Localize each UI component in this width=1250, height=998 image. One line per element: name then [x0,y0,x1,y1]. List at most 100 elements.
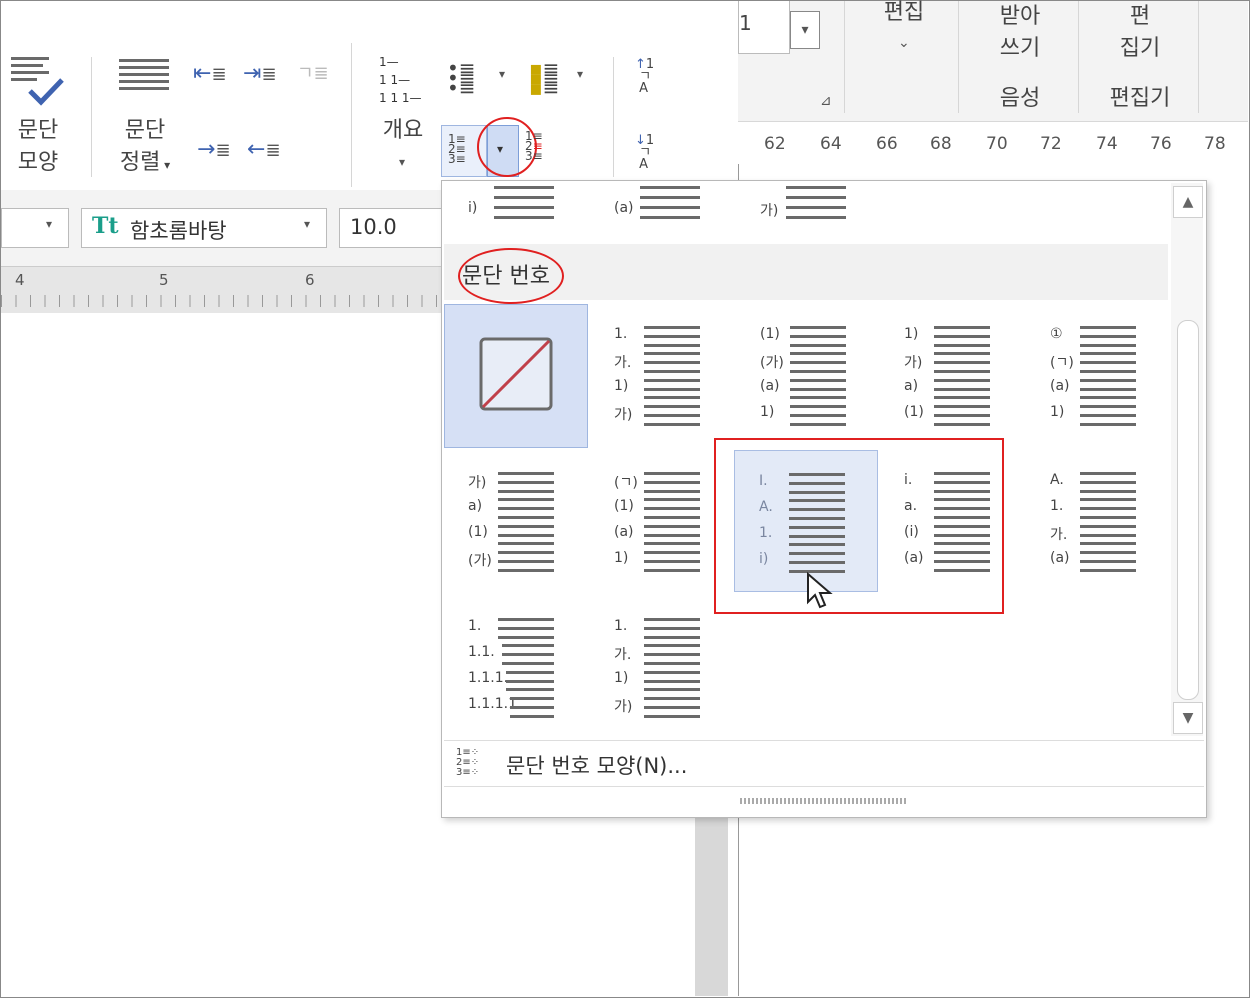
number-style-option[interactable]: A. 1. 가. (a) [1026,450,1170,594]
number-label: (a) [1050,550,1070,566]
numbered-list-icon: 1≡ 2≡ 3≡ [448,132,466,166]
font-size-select[interactable]: 10.0 [339,208,451,248]
number-label: (ㄱ) [1050,355,1074,371]
ruler-number: 62 [764,134,786,154]
font-name-select[interactable]: Tt 함초롬바탕 ▾ [81,208,327,248]
resize-grip[interactable] [740,798,906,804]
edit-button[interactable]: 편집 ⌄ [862,0,946,81]
number-label: 1. [468,618,482,634]
dropdown-footer-divider [444,786,1204,787]
number-label: (a) [1050,378,1070,394]
bullet-list-icon: •≡ •≡ •≡ [447,56,476,100]
number-label: 1) [614,670,629,686]
number-label: (1) [468,524,488,540]
number-style-option[interactable]: (1) (가) (a) 1) [736,304,880,448]
horizontal-ruler-right: 62 64 66 68 70 72 74 76 78 [738,122,1248,164]
ruler-number: 64 [820,134,842,154]
ruler-number: 72 [1040,134,1062,154]
number-style-option[interactable]: 가) a) (1) (가) [444,450,588,594]
picture-bullet-icon: ▪≡ ▪≡ ▪≡ [529,56,560,100]
ruler-number: 74 [1096,134,1118,154]
number-label: 1. [614,326,628,342]
sort-descending-button[interactable]: ↓1 ㄱ A [635,134,654,171]
ruler-number: 70 [986,134,1008,154]
number-label: (1) [760,326,780,342]
no-numbering-icon [479,337,553,411]
number-field[interactable]: 1 [738,1,790,54]
number-style-option[interactable]: 1. 1.1. 1.1.1. 1.1.1.1. [444,596,588,740]
dictation-button[interactable]: 받아 쓰기 [968,1,1072,81]
number-style-option[interactable]: 1. 가. 1) 가) [590,304,734,448]
multilevel-number-button[interactable]: 1≡ 2≡ 3≡ [525,130,543,162]
paragraph-number-shape-menu-item[interactable]: 1≡⁘ 2≡⁘ 3≡⁘ 문단 번호 모양(N)... [444,742,1204,786]
paragraph-shape-label-1: 문단 [17,118,59,143]
outline-sample-2: 1 1— [379,73,411,87]
number-label: 1) [904,326,919,342]
picture-bullet-button[interactable]: ▪≡ ▪≡ ▪≡ ▾ [529,56,595,100]
number-label: 가. [614,647,632,663]
ruler-number: 76 [1150,134,1172,154]
number-style-option-partial[interactable]: (a) [590,182,734,226]
chevron-down-icon: ▾ [499,67,506,81]
bullet-list-button[interactable]: •≡ •≡ •≡ ▾ [447,56,513,100]
number-label: (가) [468,553,492,569]
ruler-number: 5 [159,271,169,289]
expand-dialog-icon[interactable]: ⊿ [820,93,832,109]
highlight-rectangle [714,438,1004,614]
number-style-option-partial[interactable]: 가) [736,182,880,226]
outline-button[interactable]: 1— 1 1— 1 1 1— 개요 ▾ [373,53,433,177]
number-style-option-partial[interactable]: i) [444,182,588,226]
paragraph-align-text: 정렬 [119,150,161,175]
decrease-indent-button[interactable]: ⇤≣ [193,63,227,86]
number-label: 가. [614,355,632,371]
number-label: ① [1050,326,1063,342]
number-field-spin-button[interactable]: ▾ [790,11,820,49]
number-label: (a) [760,378,780,394]
editor-button[interactable]: 편 집기 [1088,1,1192,81]
scrollbar-thumb[interactable] [1177,320,1199,700]
dictation-label-1: 받아 [999,4,1041,29]
paragraph-shape-button[interactable]: 문단 모양 [5,53,71,181]
edit-label: 편집 [883,0,925,25]
font-name-value: 함초롬바탕 [130,219,227,243]
ruler-number: 66 [876,134,898,154]
number-label: 1) [760,404,775,420]
highlight-circle [458,248,564,304]
hanging-indent-button[interactable]: ←≣ [247,139,281,162]
number-label: 1. [1050,498,1064,514]
ruler-number: 68 [930,134,952,154]
outline-icon: 1— 1 1— 1 1 1— [379,53,422,107]
ribbon-divider [958,1,959,113]
increase-indent-button[interactable]: ⇥≣ [243,63,277,86]
dropdown-footer-divider [444,740,1204,741]
first-line-indent-button[interactable]: →≣ [197,139,231,162]
outline-sample-3: 1 1 1— [379,91,422,105]
ribbon: 문단 모양 문단 정렬 ▾ ⇤≣ ⇥≣ ㄱ≣ →≣ ←≣ 1— 1 1— 1 1… [1,1,738,189]
number-style-none-option[interactable] [444,304,588,448]
paragraph-align-button[interactable]: 문단 정렬 ▾ [107,53,183,181]
format-toolbar: ▾ Tt 함초롬바탕 ▾ 10.0 [1,190,451,266]
number-style-option[interactable]: 1. 가. 1) 가) [590,596,734,740]
number-label: 1) [614,378,629,394]
number-label: 1. [614,618,628,634]
sort-ascending-button[interactable]: ↑1 ㄱ A [635,58,654,95]
scroll-down-button[interactable]: ▼ [1173,702,1203,734]
number-field-value: 1 [739,11,752,35]
ribbon-divider [613,57,614,177]
chevron-down-icon: ▾ [399,155,406,169]
style-select[interactable]: ▾ [1,208,69,248]
scroll-up-button[interactable]: ▲ [1173,186,1203,218]
number-style-option[interactable]: ① (ㄱ) (a) 1) [1026,304,1170,448]
ruler-scale [1,295,441,307]
ribbon-divider [1198,1,1199,113]
number-label: 가. [1050,527,1068,543]
editor-label-2: 집기 [1119,36,1161,61]
paragraph-shape-label-2: 모양 [17,150,59,175]
number-label: (가) [760,355,784,371]
number-style-option[interactable]: 1) 가) a) (1) [880,304,1024,448]
number-label: 가) [614,407,633,423]
text-wrap-button[interactable]: ㄱ≣ [297,63,329,85]
number-style-option[interactable]: (ㄱ) (1) (a) 1) [590,450,734,594]
truetype-font-icon: Tt [92,213,119,239]
number-label: 가) [904,355,923,371]
